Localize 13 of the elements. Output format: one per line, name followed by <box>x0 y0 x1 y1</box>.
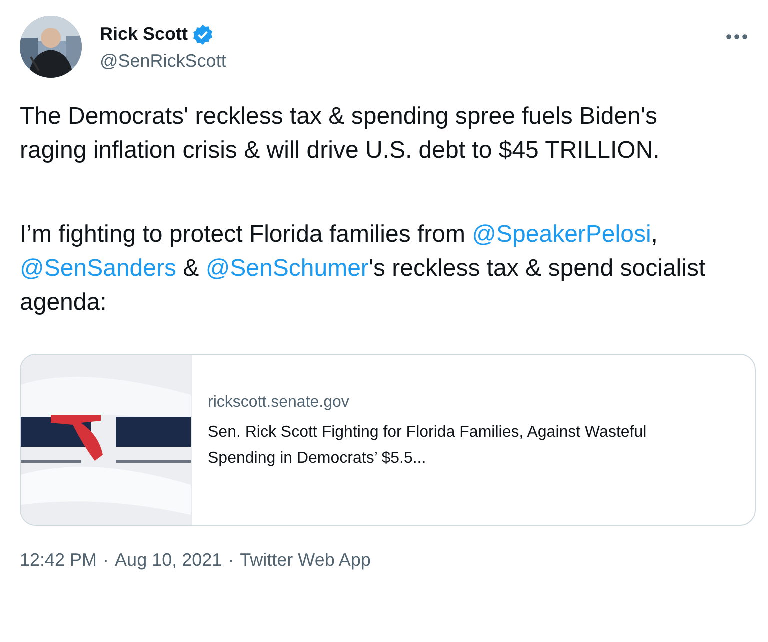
separator-dot: · <box>228 550 234 571</box>
link-title: Sen. Rick Scott Fighting for Florida Families, Against Wasteful Spending in Democrats’ $5.5... <box>208 423 648 469</box>
tweet-date[interactable]: Aug 10, 2021 <box>115 550 222 571</box>
more-icon[interactable] <box>726 34 748 40</box>
link-domain: rickscott.senate.gov <box>208 394 350 412</box>
author-handle[interactable]: @SenRickScott <box>100 51 708 72</box>
author-name[interactable]: Rick Scott <box>100 24 188 45</box>
link-card[interactable]: rickscott.senate.gov Sen. Rick Scott Fighting for Florida Families, Against Wasteful Spending in Democrats’ $5.5... <box>20 354 756 526</box>
tweet-time[interactable]: 12:42 PM <box>20 550 98 571</box>
tweet-text: The Democrats' reckless tax & spending spree fuels Biden's raging inflation crisis & will drive U.S. debt to $45 TRILLION. <box>20 102 661 166</box>
tweet-text: I’m fighting to protect Florida families from @SpeakerPelosi, @SenSanders & @SenSchumer's reckless tax & spend socialist agenda: <box>20 220 707 318</box>
tweet-source: Twitter Web App <box>240 550 371 571</box>
separator-dot: · <box>103 550 110 571</box>
